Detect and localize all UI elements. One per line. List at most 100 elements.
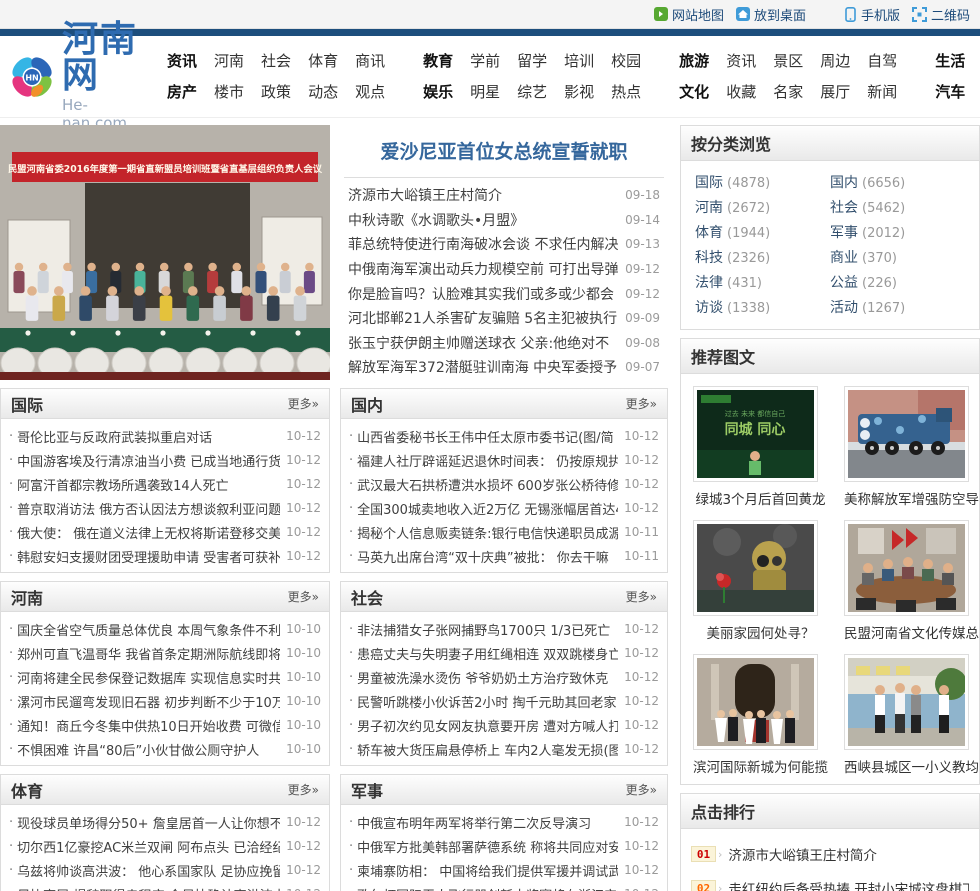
nav-item[interactable]: 商讯 — [355, 46, 385, 77]
more-link[interactable]: 更多» — [626, 395, 657, 412]
recommended-item[interactable]: 民盟河南省文化传媒总 — [844, 520, 979, 642]
news-item[interactable]: 解放军海军372潜艇驻训南海 中央军委授予 09-07 — [348, 355, 660, 380]
news-item[interactable]: · 通知！商丘今冬集中供热10日开始收费 可微信 10-10 — [9, 713, 321, 737]
news-item[interactable]: · 中国游客埃及行清凉油当小费 已成当地通行货 10-12 — [9, 448, 321, 472]
top-headline[interactable]: 爱沙尼亚首位女总统宣誓就职 — [344, 125, 664, 178]
news-item[interactable]: · 中俄宣布明年两军将举行第二次反导演习 10-12 — [349, 810, 659, 834]
nav-item[interactable]: 动态 — [308, 77, 338, 108]
recommended-item[interactable]: 美丽家园何处寻？ — [693, 520, 828, 642]
nav-item[interactable]: 明星 — [470, 77, 500, 108]
news-item[interactable]: · 国庆全省空气质量总体优良 本周气象条件不利 10-10 — [9, 617, 321, 641]
category-link[interactable]: 体育 (1944) — [695, 221, 830, 246]
nav-item[interactable]: 体育 — [308, 46, 338, 77]
news-item[interactable]: ·足协高层:提辞职得走程序 会尽快确认高洪波去10-12 — [9, 882, 321, 891]
nav-item[interactable]: 楼市 — [214, 77, 244, 108]
news-item[interactable]: · 漯河市民遛弯发现旧石器 初步判断不少于10万 10-10 — [9, 689, 321, 713]
featured-photo[interactable]: 民盟河南省委2016年度第一期省直新盟员培训班暨省直基层组织负责人会议 — [0, 125, 332, 380]
nav-item[interactable]: 景区 — [773, 46, 803, 77]
ranking-item[interactable]: 01 › 济源市大峪镇王庄村简介 — [691, 837, 969, 871]
category-link[interactable]: 商业 (370) — [830, 246, 965, 271]
news-item[interactable]: · 福建人社厅辟谣延迟退休时间表： 仍按原规执行 10-12 — [349, 448, 659, 472]
category-link[interactable]: 访谈 (1338) — [695, 296, 830, 321]
news-item[interactable]: · 非法捕猎女子张网捕野鸟1700只 1/3已死亡 10-12 — [349, 617, 659, 641]
category-link[interactable]: 法律 (431) — [695, 271, 830, 296]
news-item[interactable]: · 男子初次约见女网友执意要开房 遭对方喊人打 10-12 — [349, 713, 659, 737]
category-link[interactable]: 活动 (1267) — [830, 296, 965, 321]
news-item[interactable]: 张玉宁获伊朗主帅赠送球衣 父亲:他绝对不 09-08 — [348, 331, 660, 356]
news-item[interactable]: 河北邯郸21人杀害矿友骗赔 5名主犯被执行 09-09 — [348, 306, 660, 331]
ranking-item[interactable]: 02 › 走红纽约后备受热捧 开封小宋城这盘棋下对 — [691, 871, 969, 891]
news-item[interactable]: 你是脸盲吗？认脸难其实我们或多或少都会 09-12 — [348, 281, 660, 306]
news-item[interactable]: · 河南将建全民参保登记数据库 实现信息实时共 10-10 — [9, 665, 321, 689]
nav-item[interactable]: 河南 — [214, 46, 244, 77]
nav-item[interactable]: 自驾 — [867, 46, 897, 77]
news-item[interactable]: · 哥伦比亚与反政府武装拟重启对话 10-12 — [9, 424, 321, 448]
sitemap-link[interactable]: 网站地图 — [653, 5, 724, 24]
category-link[interactable]: 科技 (2326) — [695, 246, 830, 271]
news-item[interactable]: · 民警听跳楼小伙诉苦2小时 掏千元助其回老家 10-12 — [349, 689, 659, 713]
nav-item[interactable]: 展厅 — [820, 77, 850, 108]
nav-item[interactable]: 房产 — [167, 77, 197, 108]
nav-item[interactable]: 政策 — [261, 77, 291, 108]
news-item[interactable]: · 俄大使： 俄在道义法律上无权将斯诺登移交美国 10-12 — [9, 520, 321, 544]
more-link[interactable]: 更多» — [626, 781, 657, 798]
news-item[interactable]: · 不惧困难 许昌“80后”小伙甘做公厕守护人 10-10 — [9, 737, 321, 761]
news-item[interactable]: · 阿富汗首都宗教场所遇袭致14人死亡 10-12 — [9, 472, 321, 496]
site-logo[interactable]: HN 河南网 He-nan.com — [8, 21, 145, 132]
nav-item[interactable]: 新闻 — [867, 77, 897, 108]
news-item[interactable]: · 乌兹将帅谈高洪波： 他心系国家队 足协应挽留 10-12 — [9, 858, 321, 882]
news-item[interactable]: · 切尔西1亿豪挖AC米兰双闸 阿布点头 已洽经纪 10-12 — [9, 834, 321, 858]
news-item[interactable]: 济源市大峪镇王庄村简介 09-18 — [348, 183, 660, 208]
category-link[interactable]: 社会 (5462) — [830, 196, 965, 221]
nav-item[interactable]: 汽车 — [935, 77, 965, 108]
category-link[interactable]: 国际 (4878) — [695, 171, 830, 196]
nav-item[interactable]: 文化 — [679, 77, 709, 108]
more-link[interactable]: 更多» — [288, 588, 319, 605]
nav-item[interactable]: 综艺 — [517, 77, 547, 108]
news-item[interactable]: 菲总统特使进行南海破冰会谈 不求任内解决 09-13 — [348, 232, 660, 257]
news-item[interactable]: · 中俄军方批美韩部署萨德系统 称将共同应对安 10-12 — [349, 834, 659, 858]
news-item[interactable]: · 韩慰安妇支援财团受理援助申请 受害者可获补 10-12 — [9, 544, 321, 568]
nav-item[interactable]: 校园 — [611, 46, 641, 77]
nav-item[interactable]: 收藏 — [726, 77, 756, 108]
nav-item[interactable]: 娱乐 — [423, 77, 453, 108]
nav-item[interactable]: 资讯 — [167, 46, 197, 77]
recommended-item[interactable]: 西峡县城区一小义教均 — [844, 654, 979, 776]
more-link[interactable]: 更多» — [288, 395, 319, 412]
nav-item[interactable]: 培训 — [564, 46, 594, 77]
news-item[interactable]: · 山西省委秘书长王伟中任太原市委书记(图/简 10-12 — [349, 424, 659, 448]
news-item[interactable]: · 柬埔寨防相： 中国将给我们提供军援并调试武器 10-12 — [349, 858, 659, 882]
nav-item[interactable]: 社会 — [261, 46, 291, 77]
nav-item[interactable]: 教育 — [423, 46, 453, 77]
nav-item[interactable]: 名家 — [773, 77, 803, 108]
nav-item[interactable]: 留学 — [517, 46, 547, 77]
recommended-item[interactable]: 滨河国际新城为何能揽 — [693, 654, 828, 776]
category-link[interactable]: 国内 (6656) — [830, 171, 965, 196]
news-item[interactable]: 中俄南海军演出动兵力规模空前 可打出导弹 09-12 — [348, 257, 660, 282]
nav-item[interactable]: 热点 — [611, 77, 641, 108]
news-item[interactable]: · 普京取消访法 俄方否认因法方想谈叙利亚问题 10-12 — [9, 496, 321, 520]
more-link[interactable]: 更多» — [288, 781, 319, 798]
recommended-item[interactable]: 同城 同心 过去 未来 都信自己 绿城3个月后首回黄龙 — [693, 386, 828, 508]
news-item[interactable]: · 轿车被大货压扁悬停桥上 车内2人毫发无损(图) 10-12 — [349, 737, 659, 761]
nav-item[interactable]: 生活 — [935, 46, 965, 77]
category-link[interactable]: 军事 (2012) — [830, 221, 965, 246]
news-item[interactable]: · 患癌丈夫与失明妻子用红绳相连 双双跳楼身亡 10-12 — [349, 641, 659, 665]
news-item[interactable]: · 现役球员单场得分50+ 詹皇居首一人让你想不 10-12 — [9, 810, 321, 834]
add-to-desktop-link[interactable]: 放到桌面 — [735, 5, 806, 24]
mobile-version-link[interactable]: 手机版 — [844, 5, 900, 24]
recommended-item[interactable]: 美称解放军增强防空导 — [844, 386, 979, 508]
nav-item[interactable]: 周边 — [820, 46, 850, 77]
nav-item[interactable]: 观点 — [355, 77, 385, 108]
news-item[interactable]: · 武汉最大石拱桥遭洪水损坏 600岁张公桥待修 10-12 — [349, 472, 659, 496]
news-item[interactable]: ·歌尔杯国际无人飞行器创新大奖赛将在浙江安吉10-12 — [349, 882, 659, 891]
qrcode-link[interactable]: 二维码 — [911, 5, 970, 24]
more-link[interactable]: 更多» — [626, 588, 657, 605]
nav-item[interactable]: 影视 — [564, 77, 594, 108]
nav-item[interactable]: 学前 — [470, 46, 500, 77]
nav-item[interactable]: 资讯 — [726, 46, 756, 77]
news-item[interactable]: · 全国300城卖地收入近2万亿 无锡涨幅居首达4 10-12 — [349, 496, 659, 520]
category-link[interactable]: 河南 (2672) — [695, 196, 830, 221]
news-item[interactable]: · 郑州可直飞温哥华 我省首条定期洲际航线即将 10-10 — [9, 641, 321, 665]
category-link[interactable]: 公益 (226) — [830, 271, 965, 296]
